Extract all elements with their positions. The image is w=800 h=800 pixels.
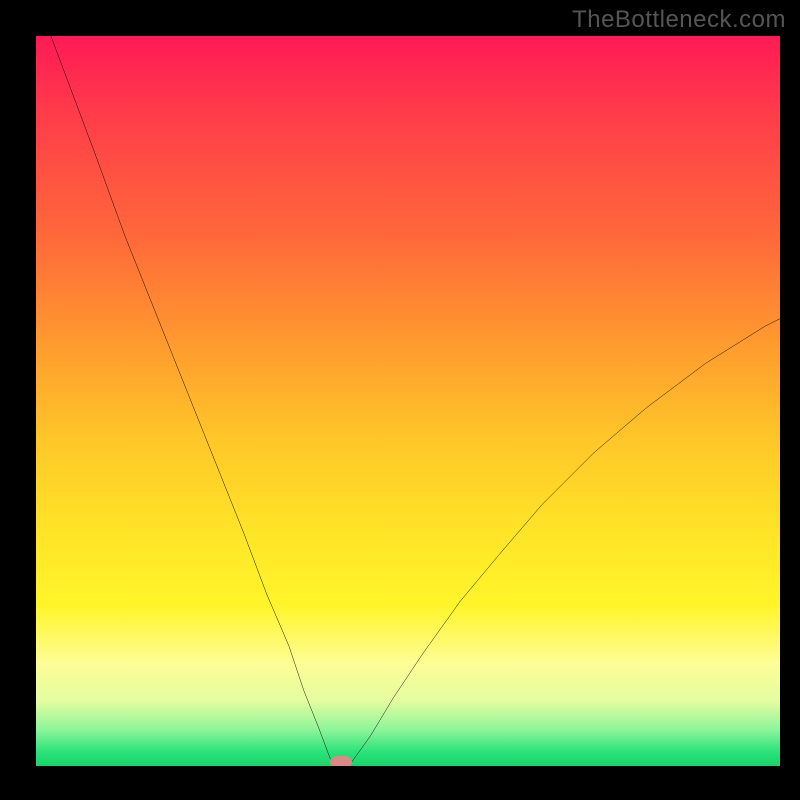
chart-container: TheBottleneck.com	[0, 0, 800, 800]
plot-area	[36, 36, 780, 766]
bottleneck-curve	[36, 36, 780, 766]
watermark-text: TheBottleneck.com	[572, 6, 786, 34]
minimum-marker	[330, 756, 352, 766]
